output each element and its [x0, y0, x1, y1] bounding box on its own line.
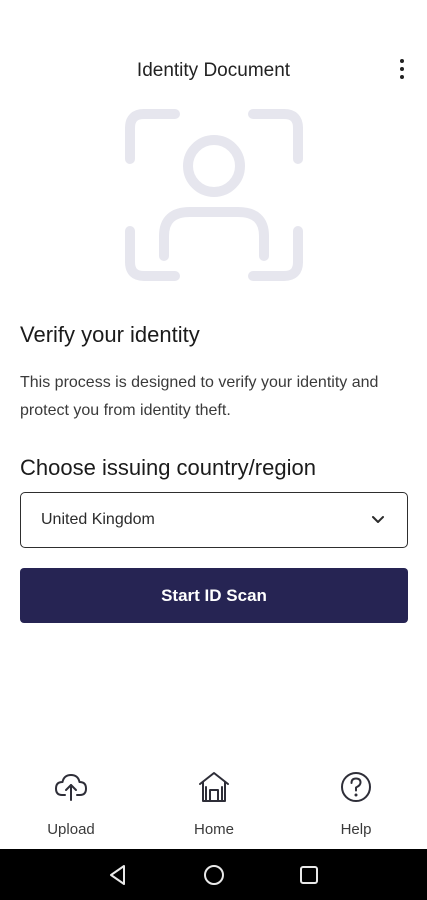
recents-icon[interactable]: [296, 862, 322, 888]
more-options-button[interactable]: [387, 54, 417, 84]
nav-item-home[interactable]: Home: [164, 770, 264, 838]
back-icon[interactable]: [105, 862, 131, 888]
country-label: Choose issuing country/region: [20, 455, 316, 480]
nav-label-upload: Upload: [47, 821, 95, 838]
country-select-value: United Kingdom: [41, 511, 155, 528]
home-icon: [199, 772, 229, 802]
help-circle-icon: [341, 772, 371, 802]
hero-illustration: [120, 104, 308, 286]
system-navigation-bar: [0, 849, 427, 900]
verify-title: Verify your identity: [20, 322, 200, 347]
home-circle-icon[interactable]: [201, 862, 227, 888]
nav-item-help[interactable]: Help: [306, 770, 406, 838]
page-title: Identity Document: [136, 60, 291, 81]
more-vert-icon: [400, 59, 404, 63]
country-select[interactable]: United Kingdom: [20, 492, 408, 548]
chevron-down-icon: [372, 516, 384, 523]
bottom-navigation: Upload Home Help: [0, 770, 427, 848]
face-scan-icon: [125, 109, 303, 281]
app-header: Identity Document: [0, 0, 427, 100]
nav-item-upload[interactable]: Upload: [21, 770, 121, 838]
nav-label-home: Home: [193, 821, 234, 838]
start-id-scan-button[interactable]: Start ID Scan: [20, 568, 408, 623]
verify-description: This process is designed to verify your …: [20, 374, 379, 419]
cloud-upload-icon: [55, 774, 87, 801]
nav-label-help: Help: [340, 821, 372, 838]
